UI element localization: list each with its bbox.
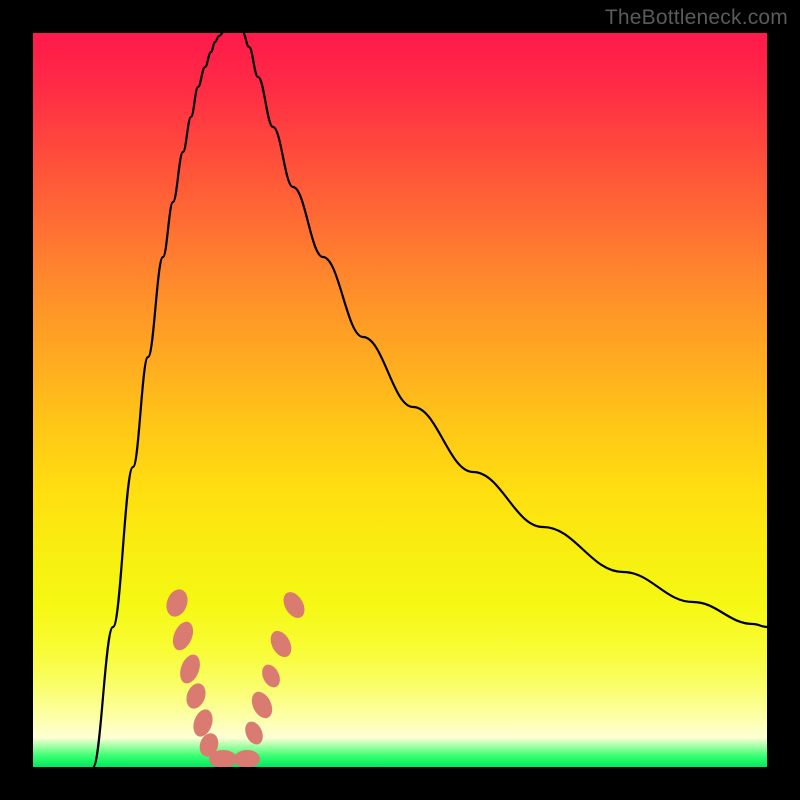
marker-right-3 xyxy=(266,627,295,660)
marker-right-1 xyxy=(248,688,276,721)
right-curve xyxy=(243,33,767,627)
marker-left-2 xyxy=(176,652,203,686)
marker-left-7 xyxy=(234,750,260,767)
marker-left-0 xyxy=(163,586,191,619)
marker-right-2 xyxy=(259,662,284,691)
chart-svg xyxy=(33,33,767,767)
chart-frame: TheBottleneck.com xyxy=(0,0,800,800)
watermark-text: TheBottleneck.com xyxy=(605,6,788,30)
marker-right-4 xyxy=(279,588,309,621)
left-curve xyxy=(93,33,223,767)
marker-left-1 xyxy=(169,619,197,654)
marker-left-3 xyxy=(183,681,209,712)
marker-right-0 xyxy=(242,719,266,747)
plot-area xyxy=(33,33,767,767)
marker-layer xyxy=(163,586,309,767)
